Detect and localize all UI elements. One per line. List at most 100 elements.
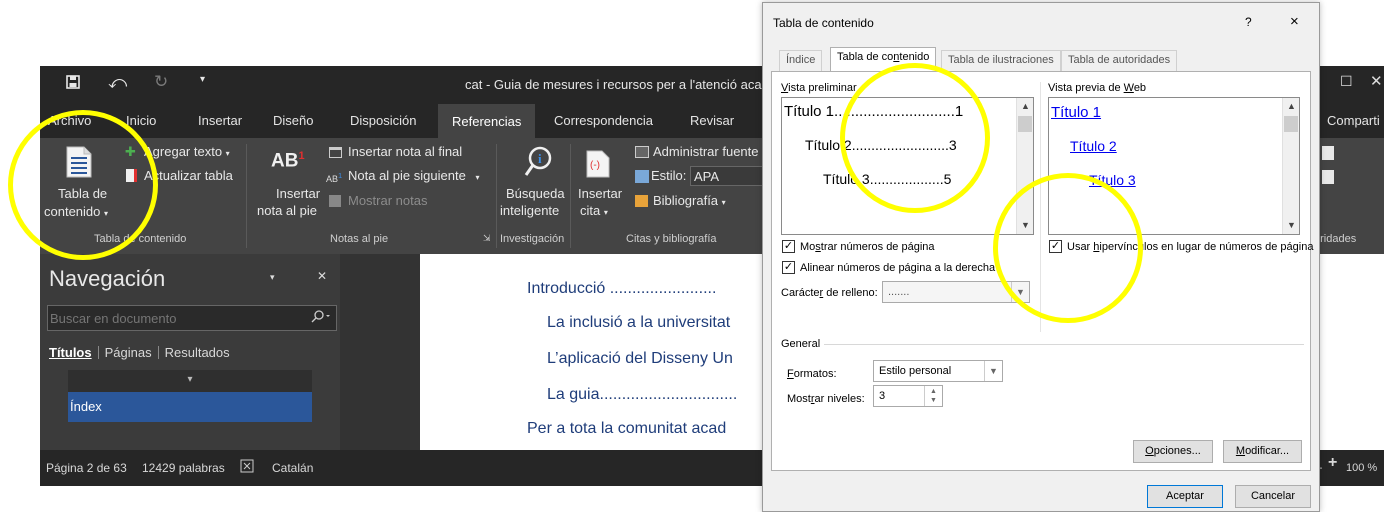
chevron-down-icon: ▼ — [1011, 282, 1029, 302]
toc-line: La guia............................... — [547, 386, 738, 403]
options-button[interactable]: Opciones... — [1133, 440, 1213, 463]
modify-button[interactable]: Modificar... — [1223, 440, 1302, 463]
proofing-icon[interactable] — [240, 459, 254, 476]
search-icon[interactable] — [310, 310, 332, 329]
add-text-icon: ✚ — [125, 144, 136, 159]
tab-leader-select[interactable]: ....... ▼ — [882, 281, 1030, 303]
web-preview-scrollbar[interactable]: ▲ ▼ — [1282, 98, 1299, 234]
toc-dialog: Tabla de contenido ? × Índice Tabla de c… — [762, 2, 1320, 512]
use-hyperlinks-checkbox[interactable]: ✓ — [1049, 240, 1062, 253]
language-indicator[interactable]: Catalán — [272, 461, 313, 475]
style-icon — [635, 170, 649, 183]
general-label: General — [781, 338, 821, 350]
add-text-button[interactable]: Agregar texto ▾ — [144, 144, 230, 159]
scroll-up-icon[interactable]: ▲ — [1021, 101, 1030, 111]
align-right-checkbox[interactable]: ✓ — [782, 261, 795, 274]
toc-line: L’aplicació del Disseny Un — [547, 350, 733, 367]
scroll-thumb[interactable] — [1284, 116, 1298, 132]
search-input[interactable] — [48, 306, 304, 330]
print-preview-level-2: Título 2.........................3 — [805, 137, 957, 153]
scroll-up-icon[interactable]: ▲ — [1287, 101, 1296, 111]
tab-paginas[interactable]: Páginas — [105, 345, 152, 360]
levels-stepper[interactable]: 3 ▲ ▼ — [873, 385, 943, 407]
style-select[interactable]: APA — [690, 166, 770, 186]
insert-endnote-button[interactable]: Insertar nota al final — [348, 144, 462, 159]
formats-label: Formatos: — [787, 368, 837, 380]
print-preview-scrollbar[interactable]: ▲ ▼ — [1016, 98, 1033, 234]
smart-lookup-line2[interactable]: inteligente — [500, 203, 559, 218]
tab-tabla-de-autoridades[interactable]: Tabla de autoridades — [1061, 50, 1178, 71]
toc-button-line1[interactable]: Tabla de — [58, 186, 107, 201]
tab-tabla-de-ilustraciones[interactable]: Tabla de ilustraciones — [941, 50, 1061, 71]
web-preview-level-2[interactable]: Título 2 — [1070, 138, 1117, 154]
heading-item-index[interactable]: Índex — [68, 392, 312, 422]
tab-inicio[interactable]: Inicio — [126, 113, 156, 128]
save-icon[interactable] — [66, 75, 80, 93]
table-of-contents-icon[interactable] — [66, 146, 92, 181]
search-box[interactable] — [47, 305, 337, 331]
bibliography-button[interactable]: Bibliografía ▾ — [653, 193, 726, 208]
redo-icon[interactable]: ↻ — [154, 72, 168, 92]
web-preview-level-3[interactable]: Título 3 — [1089, 172, 1136, 188]
show-notes-button[interactable]: Mostrar notas — [348, 193, 427, 208]
scroll-down-icon[interactable]: ▼ — [1021, 220, 1030, 230]
insert-citation-line2[interactable]: cita ▾ — [580, 203, 608, 218]
collapse-heading-toggle[interactable]: ▾ — [68, 370, 312, 392]
page-count[interactable]: Página 2 de 63 — [46, 461, 127, 475]
footnote-icon: AB1 — [271, 150, 305, 172]
pane-options-icon[interactable]: ▾ — [270, 272, 275, 283]
cancel-button[interactable]: Cancelar — [1235, 485, 1311, 508]
use-hyperlinks-label: Usar hipervínculos en lugar de números d… — [1067, 241, 1314, 253]
update-table-icon — [126, 169, 137, 182]
close-pane-icon[interactable]: ✕ — [317, 269, 327, 283]
print-preview: Título 1.............................1 T… — [781, 97, 1034, 235]
tab-insertar[interactable]: Insertar — [198, 113, 242, 128]
tab-revisar[interactable]: Revisar — [690, 113, 734, 128]
manage-sources-button[interactable]: Administrar fuente — [653, 144, 759, 159]
share-button[interactable]: Comparti — [1327, 113, 1380, 128]
scroll-thumb[interactable] — [1018, 116, 1032, 132]
tab-titulos[interactable]: Títulos — [49, 345, 92, 360]
tab-disposicion[interactable]: Disposición — [350, 113, 416, 128]
insert-footnote-line2[interactable]: nota al pie — [257, 203, 317, 218]
tab-diseno[interactable]: Diseño — [273, 113, 313, 128]
web-preview-level-1[interactable]: Título 1 — [1051, 104, 1101, 121]
dialog-launcher-icon[interactable]: ⇲ — [483, 233, 491, 244]
tab-archivo[interactable]: Archivo — [48, 113, 91, 128]
tab-correspondencia[interactable]: Correspondencia — [554, 113, 653, 128]
navigation-tabs: Títulos Páginas Resultados — [49, 345, 230, 360]
insert-citation-line1[interactable]: Insertar — [578, 186, 622, 201]
next-footnote-icon: AB1 — [326, 171, 343, 184]
zoom-level[interactable]: 100 % — [1346, 462, 1377, 474]
update-table-button[interactable]: Actualizar tabla — [144, 168, 233, 183]
insert-footnote-line1[interactable]: Insertar — [276, 186, 320, 201]
maximize-icon[interactable]: ☐ — [1340, 73, 1353, 90]
ok-button[interactable]: Aceptar — [1147, 485, 1223, 508]
next-footnote-button[interactable]: Nota al pie siguiente ▾ — [348, 168, 479, 183]
spin-arrows-icon[interactable]: ▲ ▼ — [924, 386, 942, 406]
column-divider — [1040, 82, 1041, 332]
close-window-icon[interactable]: ✕ — [1370, 72, 1383, 90]
manage-sources-icon — [635, 146, 649, 158]
close-dialog-button[interactable]: × — [1290, 13, 1299, 30]
help-button[interactable]: ? — [1245, 15, 1252, 29]
tab-indice[interactable]: Índice — [779, 50, 823, 71]
tab-leader-label: Carácter de relleno: — [781, 287, 878, 299]
tab-tabla-de-contenido[interactable]: Tabla de contenido — [830, 47, 937, 72]
smart-lookup-line1[interactable]: Búsqueda — [506, 186, 565, 201]
toc-button-line2[interactable]: contenido ▾ — [44, 204, 108, 219]
zoom-in-icon[interactable]: + — [1328, 454, 1337, 472]
customize-toolbar-icon[interactable]: ▾ — [200, 74, 205, 85]
group-divider — [570, 144, 571, 248]
formats-select[interactable]: Estilo personal ▼ — [873, 360, 1003, 382]
group-divider — [246, 144, 247, 248]
tab-referencias[interactable]: Referencias — [438, 104, 536, 140]
undo-icon[interactable]: ⤺ — [108, 72, 127, 93]
show-page-numbers-checkbox[interactable]: ✓ — [782, 240, 795, 253]
scroll-down-icon[interactable]: ▼ — [1287, 220, 1296, 230]
word-count[interactable]: 12429 palabras — [142, 461, 225, 475]
authorities-group-label: oridades — [1314, 233, 1357, 245]
navigation-pane: Navegación ▾ ✕ TítulosPáginasResultados … — [40, 254, 340, 450]
web-preview-label: Vista previa de Web — [1048, 82, 1147, 94]
tab-resultados[interactable]: Resultados — [165, 345, 230, 360]
